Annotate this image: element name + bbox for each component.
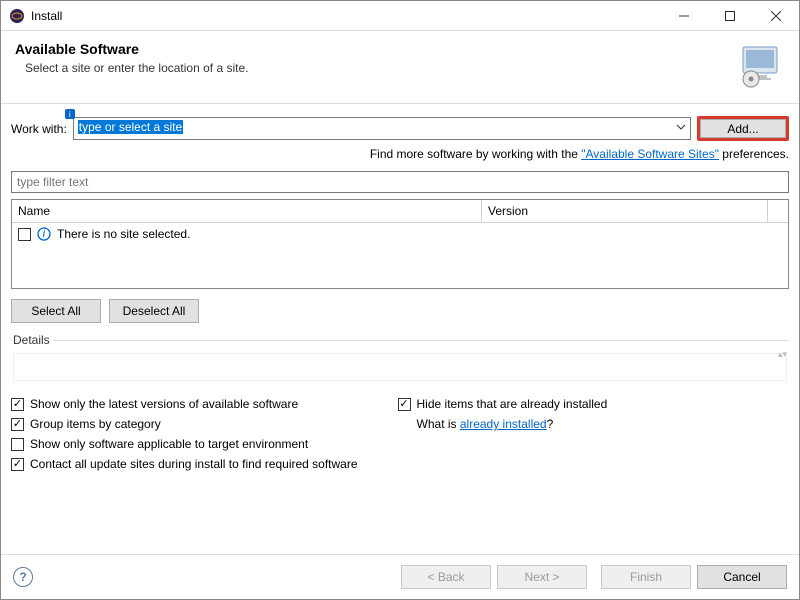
scroll-hint-icon: ▴▾: [778, 349, 787, 360]
empty-message: There is no site selected.: [57, 227, 190, 241]
wizard-footer: ? < Back Next > Finish Cancel: [1, 554, 799, 599]
table-row: i There is no site selected.: [18, 227, 782, 241]
page-title: Available Software: [15, 41, 737, 57]
add-button[interactable]: Add...: [697, 116, 789, 141]
details-legend: Details: [13, 333, 54, 347]
available-sites-link[interactable]: "Available Software Sites": [581, 147, 719, 161]
software-table: Name Version i There is no site selected…: [11, 199, 789, 289]
hide-installed-label: Hide items that are already installed: [417, 397, 608, 411]
latest-label: Show only the latest versions of availab…: [30, 397, 298, 411]
wizard-body: Work with: i type or select a site Add..…: [1, 104, 799, 554]
next-button[interactable]: Next >: [497, 565, 587, 589]
options-area: Show only the latest versions of availab…: [11, 397, 789, 471]
hide-installed-checkbox[interactable]: [398, 398, 411, 411]
back-button[interactable]: < Back: [401, 565, 491, 589]
cancel-button[interactable]: Cancel: [697, 565, 787, 589]
install-dialog: Install Available Software Select a site…: [0, 0, 800, 600]
group-label: Group items by category: [30, 417, 161, 431]
table-header: Name Version: [12, 200, 788, 223]
applicable-label: Show only software applicable to target …: [30, 437, 308, 451]
close-button[interactable]: [753, 1, 799, 31]
work-with-combo[interactable]: i type or select a site: [73, 117, 691, 140]
eclipse-icon: [9, 8, 25, 24]
already-installed-row: What is already installed?: [398, 417, 608, 431]
applicable-checkbox[interactable]: [11, 438, 24, 451]
wizard-header: Available Software Select a site or ente…: [1, 31, 799, 104]
deselect-all-button[interactable]: Deselect All: [109, 299, 199, 323]
details-text: ▴▾: [13, 353, 787, 381]
latest-checkbox[interactable]: [11, 398, 24, 411]
page-subtitle: Select a site or enter the location of a…: [25, 61, 737, 75]
col-spacer: [768, 200, 788, 222]
install-banner-icon: [737, 41, 785, 89]
help-button[interactable]: ?: [13, 567, 33, 587]
finish-button[interactable]: Finish: [601, 565, 691, 589]
contact-checkbox[interactable]: [11, 458, 24, 471]
sites-hint: Find more software by working with the "…: [11, 147, 789, 161]
contact-label: Contact all update sites during install …: [30, 457, 358, 471]
maximize-button[interactable]: [707, 1, 753, 31]
work-with-label: Work with:: [11, 122, 67, 136]
col-name[interactable]: Name: [12, 200, 482, 222]
info-decorator-icon: i: [65, 109, 75, 119]
select-all-button[interactable]: Select All: [11, 299, 101, 323]
filter-input[interactable]: [11, 171, 789, 193]
selection-buttons: Select All Deselect All: [11, 299, 789, 323]
row-checkbox[interactable]: [18, 228, 31, 241]
titlebar: Install: [1, 1, 799, 31]
table-body: i There is no site selected.: [12, 223, 788, 288]
window-title: Install: [31, 9, 661, 23]
details-group: Details ▴▾: [11, 333, 789, 383]
minimize-button[interactable]: [661, 1, 707, 31]
svg-text:i: i: [43, 227, 46, 240]
info-icon: i: [37, 227, 51, 241]
already-installed-link[interactable]: already installed: [460, 417, 547, 431]
work-with-row: Work with: i type or select a site Add..…: [11, 116, 789, 141]
group-checkbox[interactable]: [11, 418, 24, 431]
col-version[interactable]: Version: [482, 200, 768, 222]
